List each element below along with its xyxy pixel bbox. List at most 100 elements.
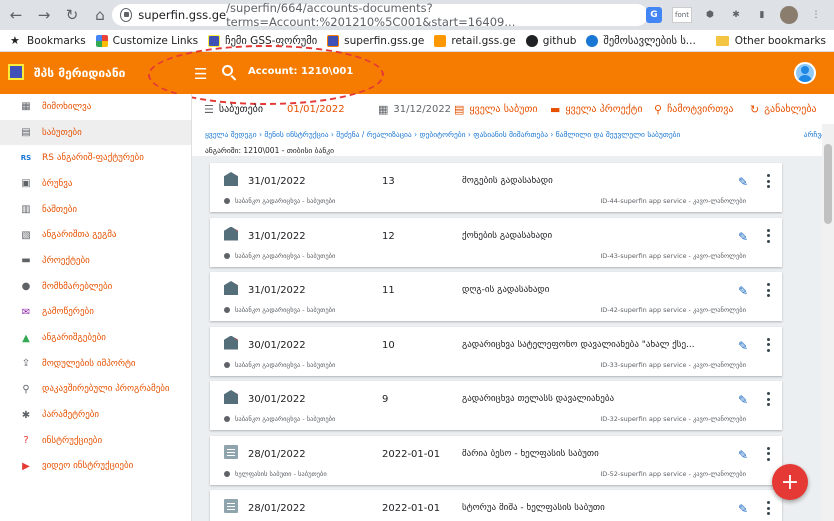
sidebar-item-label: დაკავშირებული პროგრამები bbox=[42, 384, 170, 395]
menu-icon[interactable]: ⋮ bbox=[808, 7, 824, 23]
search-query[interactable]: Account: 1210\001 bbox=[248, 66, 353, 77]
bookmark-item[interactable]: retail.gss.ge bbox=[434, 34, 516, 47]
more-vert-icon[interactable] bbox=[766, 174, 770, 188]
edit-pencil-icon[interactable]: ✎ bbox=[738, 502, 748, 516]
reload-icon[interactable]: ↻ bbox=[60, 3, 84, 27]
puzzle-icon[interactable]: ✱ bbox=[728, 7, 744, 23]
sidebar-item[interactable]: ● მომხმარებლები bbox=[0, 274, 191, 300]
sidebar-item[interactable]: ⇪ მოდულების იმპორტი bbox=[0, 351, 191, 377]
settings-icon: ✱ bbox=[21, 409, 31, 421]
more-vert-icon[interactable] bbox=[766, 283, 770, 297]
sidebar-item[interactable]: ▲ ანგარიშგებები bbox=[0, 325, 191, 351]
folder-icon: ▬ bbox=[550, 102, 561, 116]
payroll-icon bbox=[224, 499, 238, 513]
attach-icon: ⚲ bbox=[22, 383, 30, 395]
google-translate-icon[interactable]: G bbox=[646, 7, 662, 23]
gss-icon bbox=[208, 34, 221, 47]
bookmark-item[interactable]: github bbox=[525, 34, 576, 47]
document-number: 2022-01-01 bbox=[382, 448, 441, 460]
sidebar-item[interactable]: ▦ მიმოხილვა bbox=[0, 94, 191, 120]
more-vert-icon[interactable] bbox=[766, 446, 770, 461]
scroll-thumb[interactable] bbox=[824, 144, 832, 224]
more-vert-icon[interactable] bbox=[766, 392, 770, 406]
date-to[interactable]: ▦ 31/12/2022 bbox=[378, 103, 451, 116]
back-icon[interactable]: ← bbox=[4, 3, 28, 27]
side-panel-icon[interactable]: ▮ bbox=[754, 7, 770, 23]
bookmark-item[interactable]: superfin.gss.ge bbox=[327, 34, 424, 47]
refresh-button[interactable]: ↻ განახლება bbox=[750, 103, 817, 116]
all-documents-button[interactable]: ▤ ყველა საბუთი bbox=[454, 103, 538, 116]
edit-pencil-icon[interactable]: ✎ bbox=[738, 284, 748, 298]
sidebar-item[interactable]: ⚲ დაკავშირებული პროგრამები bbox=[0, 377, 191, 403]
document-type: საბანკო გადარიცხვა - საბუთები bbox=[224, 197, 335, 205]
sidebar-item[interactable]: ▬ პროექტები bbox=[0, 248, 191, 274]
font-extension-icon[interactable]: font bbox=[672, 7, 692, 23]
sidebar-item-label: პროექტები bbox=[42, 255, 90, 266]
person-icon bbox=[224, 416, 230, 422]
sidebar-item[interactable]: ▧ ანგარიშთა გეგმა bbox=[0, 222, 191, 248]
bookmark-item[interactable]: ჩემი GSS-ფორუმი bbox=[208, 34, 317, 47]
forward-icon[interactable]: → bbox=[32, 3, 56, 27]
extensions-area: G font ⬢ ✱ ▮ ⋮ bbox=[646, 4, 834, 26]
document-card[interactable]: 28/01/2022 2022-01-01 სტორუა მიშა - ხელფას… bbox=[210, 490, 782, 521]
filter-sliders-icon[interactable]: ☰ bbox=[194, 65, 207, 83]
search-icon[interactable] bbox=[222, 65, 233, 76]
bookmark-item[interactable]: შემოსავლების ს... bbox=[586, 34, 696, 47]
document-date: 30/01/2022 bbox=[248, 339, 306, 351]
document-type: საბანკო გადარიცხვა - საბუთები bbox=[224, 306, 335, 314]
sidebar-item[interactable]: ✱ პარამეტრები bbox=[0, 402, 191, 428]
document-card[interactable]: 30/01/2022 10 გადარიცხვა სატელეფონო დავალი… bbox=[210, 326, 782, 376]
star-icon: ★ bbox=[10, 33, 20, 47]
sidebar-item[interactable]: RS RS ანგარიშ-ფაქტურები bbox=[0, 145, 191, 171]
color-picker-icon[interactable]: ⬢ bbox=[702, 7, 718, 23]
document-card[interactable]: 30/01/2022 9 გადარიცხვა თელასს დავალიანება… bbox=[210, 381, 782, 430]
add-document-button[interactable]: + bbox=[772, 464, 808, 500]
more-vert-icon[interactable] bbox=[766, 228, 770, 243]
document-number: 12 bbox=[382, 230, 395, 242]
more-vert-icon[interactable] bbox=[766, 501, 770, 515]
scrollbar[interactable] bbox=[822, 124, 834, 521]
bookmark-item[interactable]: ★ Bookmarks bbox=[10, 33, 86, 47]
sidebar-item[interactable]: ▶ ვიდეო ინსტრუქციები bbox=[0, 454, 191, 480]
more-vert-icon[interactable] bbox=[766, 337, 770, 352]
document-type: საბანკო გადარიცხვა - საბუთები bbox=[224, 361, 335, 369]
home-icon[interactable]: ⌂ bbox=[88, 3, 112, 27]
date-from[interactable]: 01/01/2022 bbox=[287, 104, 345, 115]
sidebar-item[interactable]: ✉ გამოწერები bbox=[0, 300, 191, 326]
sidebar-item[interactable]: ▤ საბუთები bbox=[0, 119, 191, 146]
filter-sliders-icon: ☰ bbox=[204, 102, 214, 116]
download-button[interactable]: ⚲ ჩამოტვირთვა bbox=[654, 103, 733, 116]
all-projects-button[interactable]: ▬ ყველა პროექტი bbox=[550, 103, 643, 116]
edit-pencil-icon[interactable]: ✎ bbox=[738, 230, 748, 244]
document-description: ქონების გადასახადი bbox=[462, 230, 553, 241]
sidebar-item[interactable]: ▣ ბრუნვა bbox=[0, 171, 191, 197]
document-date: 30/01/2022 bbox=[248, 394, 306, 405]
document-card[interactable]: 31/01/2022 12 ქონების გადასახადი საბანკო გა… bbox=[210, 217, 782, 267]
person-icon bbox=[224, 361, 230, 368]
document-card[interactable]: 28/01/2022 2022-01-01 შარია ბესო - ხელფასი… bbox=[210, 435, 782, 485]
sidebar-item-label: ანგარიშთა გეგმა bbox=[42, 230, 117, 241]
apps-icon bbox=[95, 34, 108, 47]
user-avatar[interactable] bbox=[794, 62, 816, 84]
sidebar-item-label: RS ანგარიშ-ფაქტურები bbox=[42, 153, 144, 164]
address-bar[interactable]: superfin.gss.ge/superfin/664/accounts-do… bbox=[112, 1, 648, 29]
edit-pencil-icon[interactable]: ✎ bbox=[738, 339, 748, 353]
folder-icon: ▬ bbox=[21, 255, 31, 267]
document-id: ID-43-superfin app service - კავო-ლანოლე… bbox=[600, 251, 746, 260]
document-card[interactable]: 31/01/2022 11 დღგ-ის გადასახადი საბანკო გად… bbox=[210, 272, 782, 321]
sidebar-item[interactable]: ▥ ნაშთები bbox=[0, 197, 191, 223]
folder-icon bbox=[715, 36, 729, 46]
profile-avatar[interactable] bbox=[780, 6, 798, 24]
other-bookmarks[interactable]: Other bookmarks bbox=[715, 30, 826, 52]
edit-pencil-icon[interactable]: ✎ bbox=[738, 175, 748, 189]
bookmark-item[interactable]: Customize Links bbox=[95, 34, 198, 47]
sidebar-item[interactable]: ? ინსტრუქციები bbox=[0, 428, 191, 454]
edit-pencil-icon[interactable]: ✎ bbox=[738, 393, 748, 407]
breadcrumb-path[interactable]: ყველა შედეგი › მენის ინსტრუქცია › შეძენა… bbox=[205, 130, 680, 139]
toolbar-title[interactable]: ☰ საბუთები bbox=[204, 103, 263, 116]
company-name[interactable]: შპს მერიდიანი bbox=[34, 66, 125, 80]
document-card[interactable]: 31/01/2022 13 მოგების გადასახადი საბანკო გა… bbox=[210, 163, 782, 212]
document-id: ID-32-superfin app service - კავო-ლანოლე… bbox=[600, 415, 746, 423]
edit-pencil-icon[interactable]: ✎ bbox=[738, 448, 748, 462]
users-icon: ● bbox=[21, 281, 31, 293]
